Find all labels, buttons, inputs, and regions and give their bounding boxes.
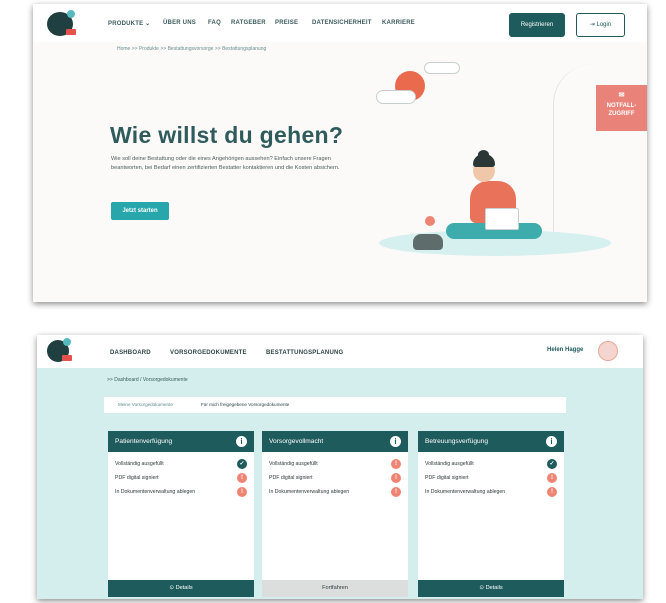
brand-logo[interactable] [47,10,76,36]
laptop-illustration [485,208,519,230]
nav-vorsorgedokumente[interactable]: VORSORGEDOKUMENTE [170,350,247,356]
emergency-access-button[interactable]: ✉ NOTFALL- ZUGRIFF [596,85,647,131]
card-title-text: Betreuungsverfügung [425,438,489,445]
avatar[interactable] [598,341,618,361]
card-title-text: Vorsorgevollmacht [269,438,324,445]
login-button[interactable]: ⇥ Login [576,13,625,37]
cloud-illustration [376,90,416,104]
emergency-label-2: ZUGRIFF [608,111,635,117]
card-patientenverfuegung: Patientenverfügung i Vollständig ausgefü… [108,431,254,597]
register-button[interactable]: Registrieren [509,13,565,37]
status-row-label: PDF digital signiert [425,475,469,481]
flower-illustration [425,216,435,226]
status-row-label: Vollständig ausgefüllt [425,461,474,467]
nav-bestattungsplanung[interactable]: BESTATTUNGSPLANUNG [266,350,343,356]
breadcrumb[interactable]: Home >> Produkte >> Bestattungsvorsorge … [117,46,266,52]
check-icon: ✓ [237,459,247,469]
info-icon[interactable]: i [390,436,401,447]
nav-dashboard[interactable]: DASHBOARD [110,350,151,356]
user-name[interactable]: Helen Hagge [547,347,583,353]
card-betreuungsverfuegung: Betreuungsverfügung i Vollständig ausgef… [418,431,564,597]
status-row-label: In Dokumentenverwaltung ablegen [425,489,506,495]
start-button[interactable]: Jetzt starten [111,202,169,220]
warning-icon: ! [547,473,557,483]
nav-ratgeber[interactable]: RATGEBER [231,20,266,26]
continue-button[interactable]: Fortfahren [262,580,408,597]
details-button[interactable]: ⊙ Details [418,580,564,597]
info-icon[interactable]: i [236,436,247,447]
card-title: Vorsorgevollmacht i [262,431,408,452]
nav-ueber-uns[interactable]: ÜBER UNS [163,20,196,26]
status-row-label: In Dokumentenverwaltung ablegen [269,489,350,495]
emergency-label-1: NOTFALL- [606,103,637,109]
brand-logo[interactable] [47,338,72,362]
warning-icon: ! [391,473,401,483]
status-row-label: Vollständig ausgefüllt [269,461,318,467]
tab-my-documents[interactable]: Meine Vorsorgedokumente [118,402,173,407]
login-arrow-icon: ⇥ [589,22,597,28]
status-row-label: PDF digital signiert [115,475,159,481]
warning-icon: ! [391,487,401,497]
nav-karriere[interactable]: KARRIERE [382,20,415,26]
website-navbar: PRODUKTE ⌄ ÜBER UNS FAQ RATGEBER PREISE … [33,4,647,42]
cloud-illustration [424,62,460,74]
status-row-label: Vollständig ausgefüllt [115,461,164,467]
card-title: Patientenverfügung i [108,431,254,452]
breadcrumb[interactable]: >> Dashboard / Vorsorgedokumente [107,377,188,383]
nav-faq[interactable]: FAQ [208,20,221,26]
hero-title: Wie willst du gehen? [110,122,344,148]
status-row-label: PDF digital signiert [269,475,313,481]
nav-produkte[interactable]: PRODUKTE ⌄ [108,20,150,27]
cat-illustration [413,234,443,250]
card-title: Betreuungsverfügung i [418,431,564,452]
details-button[interactable]: ⊙ Details [108,580,254,597]
person-hair-illustration [473,154,495,167]
warning-icon: ! [237,487,247,497]
warning-icon: ! [547,487,557,497]
hero-description: Wie soll deine Bestattung oder die eines… [111,156,340,171]
status-row-label: In Dokumentenverwaltung ablegen [115,489,196,495]
envelope-icon: ✉ [618,92,625,99]
warning-icon: ! [237,473,247,483]
nav-preise[interactable]: PREISE [275,20,298,26]
card-title-text: Patientenverfügung [115,438,173,445]
login-label: Login [596,22,612,28]
website-screenshot: PRODUKTE ⌄ ÜBER UNS FAQ RATGEBER PREISE … [33,4,647,302]
dashboard-navbar: DASHBOARD VORSORGEDOKUMENTE BESTATTUNGSP… [37,335,643,368]
warning-icon: ! [391,459,401,469]
document-tabs: Meine Vorsorgedokumente Für mich freigeg… [104,397,566,413]
check-icon: ✓ [547,459,557,469]
card-vorsorgevollmacht: Vorsorgevollmacht i Vollständig ausgefül… [262,431,408,597]
dashboard-screenshot: DASHBOARD VORSORGEDOKUMENTE BESTATTUNGSP… [37,335,643,599]
info-icon[interactable]: i [546,436,557,447]
nav-datensicherheit[interactable]: DATENSICHERHEIT [312,20,372,26]
tab-shared-documents[interactable]: Für mich freigegebene Vorsorgedokumente [201,402,289,407]
